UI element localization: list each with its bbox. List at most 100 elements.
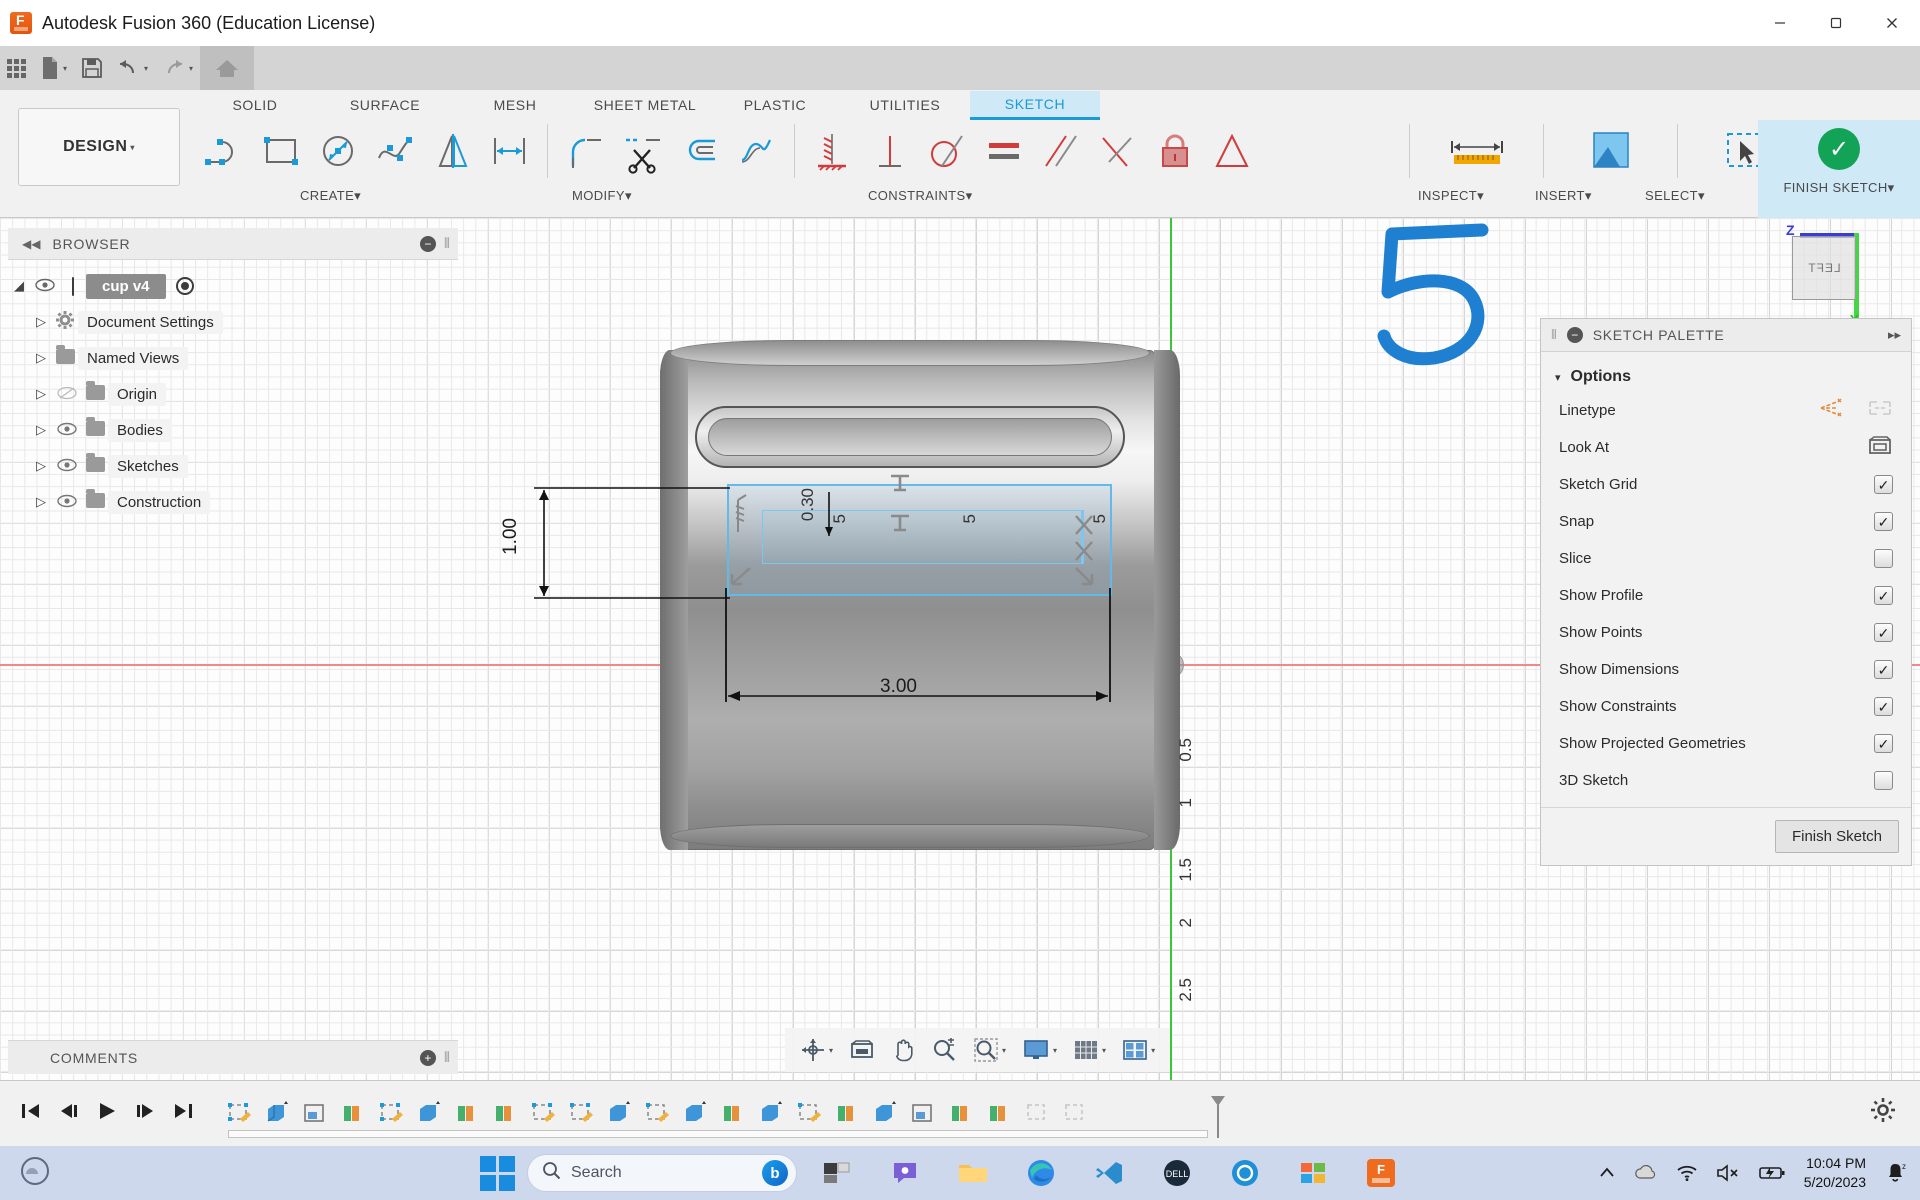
panel-grip-icon[interactable]: ⦀ [444, 235, 450, 252]
play-icon[interactable] [96, 1100, 118, 1128]
width-dimension-value[interactable]: 3.00 [880, 676, 917, 698]
equal-icon[interactable] [975, 120, 1032, 182]
tab-surface[interactable]: SURFACE [320, 92, 450, 118]
timeline-feature-extrude[interactable] [678, 1097, 712, 1131]
redo-icon[interactable]: ▾ [155, 46, 200, 90]
sketch-grid-checkbox[interactable]: ✓ [1874, 475, 1893, 494]
circle-app-icon[interactable] [1222, 1150, 1268, 1196]
minus-circle-icon[interactable]: − [419, 235, 436, 252]
timeline-feature-shell[interactable] [906, 1097, 940, 1131]
viewports-icon[interactable]: ▾ [1115, 1038, 1162, 1062]
timeline-feature-extrude[interactable] [602, 1097, 636, 1131]
chevron-down-icon[interactable]: ▾ [1102, 1046, 1106, 1055]
close-button[interactable] [1864, 0, 1920, 46]
height-dimension-lines[interactable] [520, 484, 740, 602]
perpendicular-icon[interactable] [861, 120, 918, 182]
timeline-feature-shell[interactable] [298, 1097, 332, 1131]
timeline-feature-extrude[interactable] [868, 1097, 902, 1131]
hidden-eye-icon[interactable] [52, 386, 82, 403]
palette-row-show-constraints[interactable]: Show Constraints ✓ [1541, 688, 1911, 725]
timeline-feature-sketch-disabled[interactable] [1020, 1097, 1054, 1131]
tab-sketch[interactable]: SKETCH [970, 90, 1100, 120]
show-projected-geometries-checkbox[interactable]: ✓ [1874, 734, 1893, 753]
weather-widget-icon[interactable] [18, 1154, 52, 1193]
file-explorer-icon[interactable] [950, 1150, 996, 1196]
expander-icon[interactable]: ▷ [30, 386, 52, 402]
browser-item-origin[interactable]: ▷ Origin [8, 376, 458, 412]
display-mode-icon[interactable]: ▾ [1015, 1038, 1064, 1062]
go-to-beginning-icon[interactable] [20, 1100, 42, 1128]
height-dimension-value[interactable]: 1.00 [500, 518, 522, 555]
chevron-down-icon[interactable]: ▾ [829, 1046, 833, 1055]
save-icon[interactable] [74, 46, 110, 90]
taskbar-clock[interactable]: 10:04 PM 5/20/2023 [1804, 1154, 1866, 1192]
offset-icon[interactable] [671, 120, 728, 182]
trim-icon[interactable] [614, 120, 671, 182]
chevron-down-icon[interactable]: ▾ [1053, 1046, 1057, 1055]
maximize-button[interactable] [1808, 0, 1864, 46]
chevron-down-icon[interactable]: ▾ [189, 64, 193, 73]
vs-code-icon[interactable] [1086, 1150, 1132, 1196]
line-icon[interactable] [196, 120, 253, 182]
timeline-feature-fillet[interactable] [982, 1097, 1016, 1131]
parallel-icon[interactable] [1032, 120, 1089, 182]
battery-charging-icon[interactable] [1758, 1164, 1786, 1182]
undo-icon[interactable]: ▾ [110, 46, 155, 90]
chevron-down-icon[interactable]: ▾ [1002, 1046, 1006, 1055]
timeline-feature-extrude[interactable] [412, 1097, 446, 1131]
timeline-feature-fillet[interactable] [716, 1097, 750, 1131]
show-hidden-icons-chevron[interactable] [1598, 1164, 1616, 1182]
timeline-feature-sketch[interactable] [564, 1097, 598, 1131]
chevron-down-icon[interactable]: ▾ [63, 64, 67, 73]
browser-item-construction[interactable]: ▷ Construction [8, 484, 458, 520]
tab-plastic[interactable]: PLASTIC [710, 92, 840, 118]
3d-sketch-checkbox[interactable] [1874, 771, 1893, 790]
timeline-marker[interactable] [1210, 1095, 1226, 1139]
browser-item-document-settings[interactable]: ▷ Document Settings [8, 304, 458, 340]
tab-sheet-metal[interactable]: SHEET METAL [580, 92, 710, 118]
show-points-checkbox[interactable]: ✓ [1874, 623, 1893, 642]
chevron-down-icon[interactable]: ▾ [1555, 371, 1561, 384]
centerline-linetype-icon[interactable] [1867, 397, 1893, 424]
minimize-button[interactable] [1752, 0, 1808, 46]
volume-muted-icon[interactable] [1716, 1164, 1740, 1182]
timeline-feature-fillet[interactable] [944, 1097, 978, 1131]
timeline-feature-sketch[interactable] [374, 1097, 408, 1131]
tab-utilities[interactable]: UTILITIES [840, 92, 970, 118]
workspace-selector-button[interactable]: DESIGN ▾ [18, 108, 180, 186]
task-view-icon[interactable] [814, 1150, 860, 1196]
timeline-feature-sketch[interactable] [526, 1097, 560, 1131]
expand-panel-icon[interactable]: ▸▸ [1888, 327, 1901, 343]
insert-image-icon[interactable] [1553, 120, 1668, 182]
tab-solid[interactable]: SOLID [190, 92, 320, 118]
collapse-left-icon[interactable]: ◀◀ [22, 237, 40, 251]
step-forward-icon[interactable] [134, 1100, 156, 1128]
show-constraints-checkbox[interactable]: ✓ [1874, 697, 1893, 716]
timeline-feature-sketch[interactable] [640, 1097, 674, 1131]
expander-icon[interactable]: ▷ [30, 494, 52, 510]
timeline-feature-fillet[interactable] [488, 1097, 522, 1131]
viewcube-face-left[interactable]: LEFT [1792, 236, 1856, 300]
midpoint-icon[interactable] [1089, 120, 1146, 182]
chevron-down-icon[interactable]: ▾ [1151, 1046, 1155, 1055]
circle-icon[interactable] [310, 120, 367, 182]
browser-item-sketches[interactable]: ▷ Sketches [8, 448, 458, 484]
construction-linetype-icon[interactable] [1819, 397, 1845, 424]
home-icon[interactable] [200, 46, 255, 90]
windows-start-icon[interactable] [480, 1155, 515, 1191]
minus-circle-icon[interactable]: − [1566, 327, 1583, 343]
mirror-icon[interactable] [424, 120, 481, 182]
comments-panel[interactable]: COMMENTS + ⦀ [8, 1040, 458, 1074]
eye-icon[interactable] [52, 458, 82, 475]
microsoft-edge-icon[interactable] [1018, 1150, 1064, 1196]
onedrive-cloud-icon[interactable] [1634, 1164, 1658, 1182]
width-dimension-lines[interactable] [722, 588, 1114, 708]
eye-icon[interactable] [52, 494, 82, 511]
timeline-feature-sketch-disabled[interactable] [1058, 1097, 1092, 1131]
timeline-feature-sketch[interactable] [222, 1097, 256, 1131]
zoom-window-icon[interactable]: ▾ [966, 1037, 1013, 1063]
microsoft-store-icon[interactable] [1290, 1150, 1336, 1196]
taskbar-search-box[interactable]: Search b [527, 1154, 797, 1192]
expander-icon[interactable]: ▷ [30, 458, 52, 474]
display-settings-icon[interactable] [842, 1038, 882, 1062]
